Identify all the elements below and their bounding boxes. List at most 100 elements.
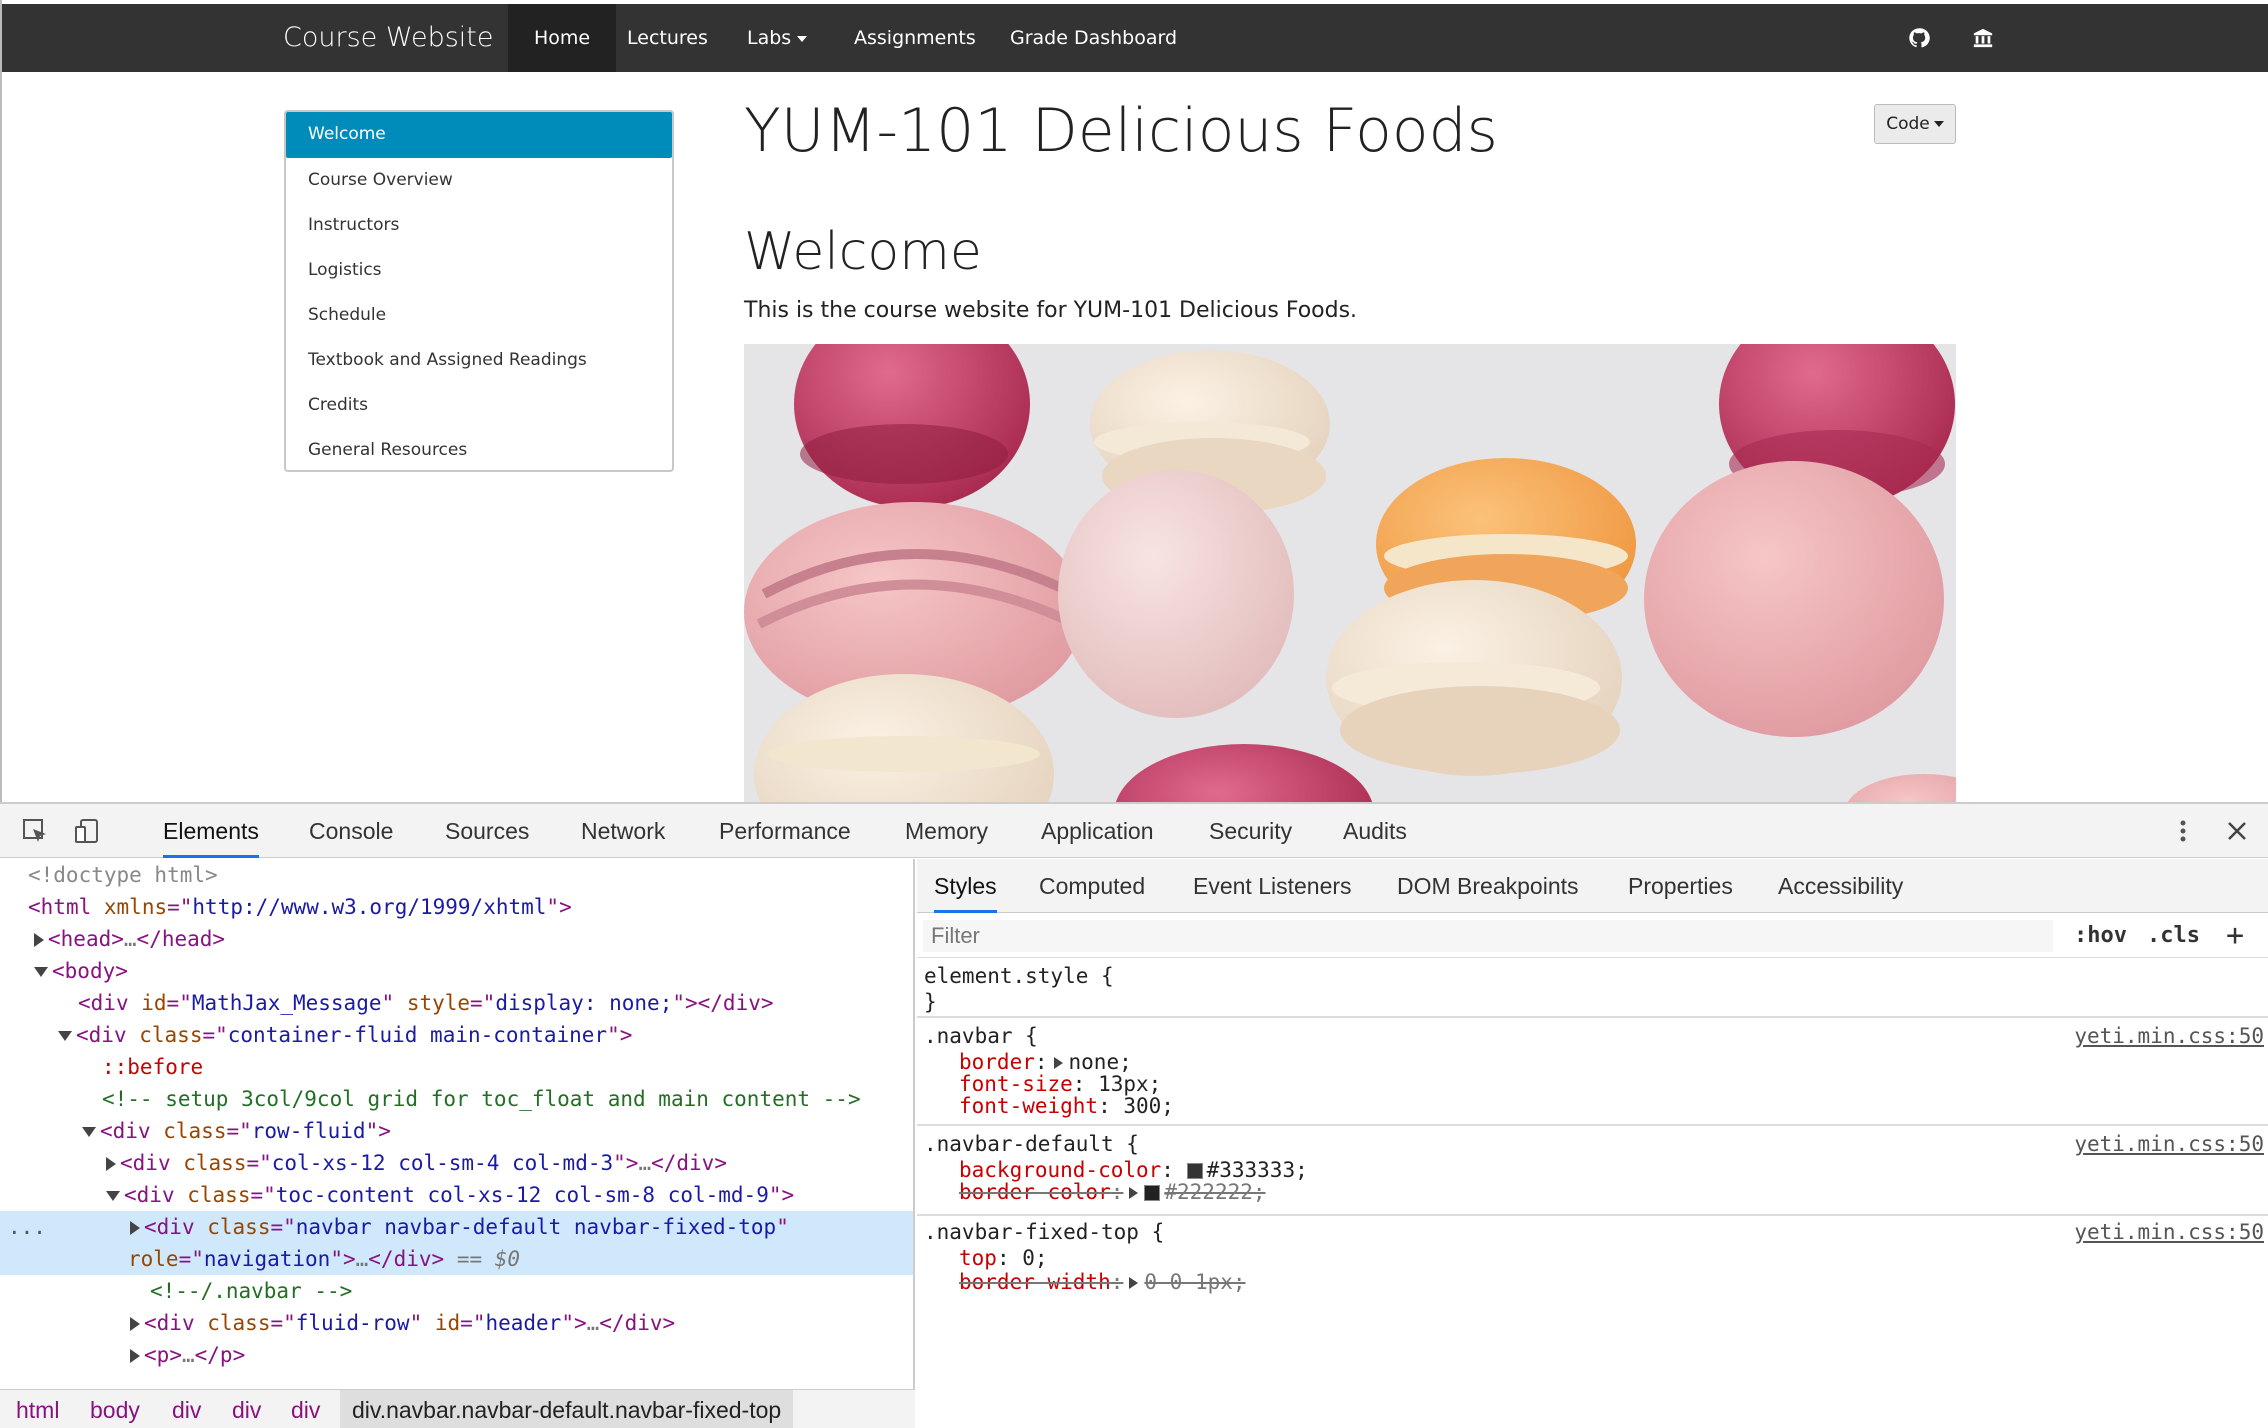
tab-sources[interactable]: Sources (445, 804, 529, 858)
expand-arrow-icon[interactable] (130, 1221, 140, 1235)
expand-arrow-icon[interactable] (1129, 1187, 1139, 1199)
tab-memory[interactable]: Memory (905, 804, 988, 858)
node-doctype[interactable]: <!doctype html> (0, 859, 913, 891)
caret-down-icon (797, 35, 808, 42)
ellipsis-marker[interactable]: ... (8, 1211, 46, 1243)
toc-item-course-overview[interactable]: Course Overview (286, 158, 672, 202)
crumb-selected[interactable]: div.navbar.navbar-default.navbar-fixed-t… (340, 1390, 794, 1428)
crumb-html[interactable]: html (16, 1390, 59, 1428)
styles-filter-input[interactable] (923, 920, 2053, 952)
nav-home[interactable]: Home (508, 4, 617, 72)
crumb-div-1[interactable]: div (172, 1390, 201, 1428)
collapse-arrow-icon[interactable] (58, 1031, 72, 1041)
hov-toggle[interactable]: :hov (2074, 920, 2127, 952)
rule-selector[interactable]: .navbar { (924, 1022, 1038, 1050)
expand-arrow-icon[interactable] (1053, 1057, 1063, 1069)
node-col-sidebar[interactable]: <div class="col-xs-12 col-sm-4 col-md-3"… (0, 1147, 913, 1179)
toc-item-credits[interactable]: Credits (286, 383, 672, 427)
node-before[interactable]: ::before (0, 1051, 913, 1083)
tab-console[interactable]: Console (309, 804, 393, 858)
node-selected-navbar[interactable]: ... <div class="navbar navbar-default na… (0, 1211, 913, 1275)
node-row-fluid[interactable]: <div class="row-fluid"> (0, 1115, 913, 1147)
university-icon[interactable] (1972, 27, 1994, 49)
node-head[interactable]: <head>…</head> (0, 923, 913, 955)
toc-item-instructors[interactable]: Instructors (286, 203, 672, 247)
node-mathjax[interactable]: <div id="MathJax_Message" style="display… (0, 987, 913, 1019)
decl-border-width[interactable]: border-width: 0 0 1px; (959, 1268, 1246, 1296)
mathjax-tag: div (90, 991, 129, 1015)
tab-network[interactable]: Network (581, 804, 665, 858)
toc-item-schedule[interactable]: Schedule (286, 293, 672, 337)
node-header[interactable]: <div class="fluid-row" id="header">…</di… (0, 1307, 913, 1339)
node-body[interactable]: <body> (0, 955, 913, 987)
tab-performance[interactable]: Performance (719, 804, 851, 858)
toc-item-welcome[interactable]: Welcome (286, 112, 672, 158)
tab-dom-breakpoints[interactable]: DOM Breakpoints (1397, 859, 1579, 913)
expand-arrow-icon[interactable] (1129, 1277, 1139, 1289)
html-attr: xmlns (103, 895, 168, 919)
node-toc-content[interactable]: <div class="toc-content col-xs-12 col-sm… (0, 1179, 913, 1211)
styles-tabbar: Styles Computed Event Listeners DOM Brea… (917, 859, 2268, 913)
tab-accessibility[interactable]: Accessibility (1778, 859, 1903, 913)
p-tag: p (156, 1343, 170, 1367)
expand-arrow-icon[interactable] (130, 1349, 140, 1363)
crumb-body[interactable]: body (90, 1390, 140, 1428)
tab-computed[interactable]: Computed (1039, 859, 1145, 913)
toc-item-general-resources[interactable]: General Resources (286, 428, 672, 472)
collapse-arrow-icon[interactable] (34, 967, 48, 977)
decl-value: 0 0 1px; (1144, 1270, 1246, 1294)
selected-attr-role: role (128, 1247, 179, 1271)
rule-navbar-fixed-top: .navbar-fixed-top { yeti.min.css:50 top:… (917, 1216, 2268, 1336)
tab-event-listeners[interactable]: Event Listeners (1193, 859, 1352, 913)
crumb-div-3[interactable]: div (291, 1390, 320, 1428)
toc-item-logistics[interactable]: Logistics (286, 248, 672, 292)
section-heading: Welcome (744, 222, 982, 282)
node-navbar-comment[interactable]: <!--/.navbar --> (0, 1275, 913, 1307)
nav-grade-dashboard[interactable]: Grade Dashboard (1010, 4, 1177, 72)
tab-audits[interactable]: Audits (1343, 804, 1407, 858)
cls-toggle[interactable]: .cls (2147, 920, 2200, 952)
decl-border-color[interactable]: border-color: #222222; (959, 1178, 1266, 1206)
device-toolbar-icon[interactable] (74, 818, 100, 844)
breadcrumb: html body div div div div.navbar.navbar-… (0, 1389, 915, 1428)
inspect-element-icon[interactable] (22, 818, 48, 844)
new-rule-button[interactable]: + (2226, 920, 2244, 952)
rule-selector[interactable]: element.style { (924, 962, 1114, 990)
nav-labs[interactable]: Labs (747, 4, 808, 72)
tab-styles[interactable]: Styles (934, 859, 997, 913)
expand-arrow-icon[interactable] (106, 1157, 116, 1171)
color-swatch[interactable] (1186, 1163, 1203, 1179)
more-options-icon[interactable] (2170, 818, 2196, 844)
rule-selector[interactable]: .navbar-default { (924, 1130, 1139, 1158)
expand-arrow-icon[interactable] (130, 1317, 140, 1331)
node-html[interactable]: <html xmlns="http://www.w3.org/1999/xhtm… (0, 891, 913, 923)
decl-value: 0; (1022, 1246, 1048, 1270)
collapse-arrow-icon[interactable] (82, 1127, 96, 1137)
collapse-arrow-icon[interactable] (106, 1191, 120, 1201)
expand-arrow-icon[interactable] (34, 933, 44, 947)
rule-source-link[interactable]: yeti.min.css:50 (2074, 1218, 2264, 1246)
close-icon[interactable] (2224, 818, 2250, 844)
github-icon[interactable] (1908, 27, 1930, 49)
tab-properties[interactable]: Properties (1628, 859, 1733, 913)
node-comment[interactable]: <!-- setup 3col/9col grid for toc_float … (0, 1083, 913, 1115)
row-class-value: row-fluid (251, 1119, 366, 1143)
rule-source-link[interactable]: yeti.min.css:50 (2074, 1130, 2264, 1158)
brand-link[interactable]: Course Website (283, 4, 493, 72)
tab-security[interactable]: Security (1209, 804, 1292, 858)
nav-lectures[interactable]: Lectures (627, 4, 708, 72)
node-container[interactable]: <div class="container-fluid main-contain… (0, 1019, 913, 1051)
toc-item-textbook[interactable]: Textbook and Assigned Readings (286, 338, 672, 382)
decl-prop: font-weight (959, 1094, 1099, 1118)
code-dropdown-button[interactable]: Code (1874, 104, 1956, 144)
nav-assignments[interactable]: Assignments (854, 4, 976, 72)
toc-sidebar: Welcome Course Overview Instructors Logi… (284, 110, 674, 472)
rule-selector[interactable]: .navbar-fixed-top { (924, 1218, 1164, 1246)
tab-elements[interactable]: Elements (163, 804, 259, 858)
node-p[interactable]: <p>…</p> (0, 1339, 913, 1371)
rule-source-link[interactable]: yeti.min.css:50 (2074, 1022, 2264, 1050)
crumb-div-2[interactable]: div (232, 1390, 261, 1428)
tab-application[interactable]: Application (1041, 804, 1154, 858)
decl-font-weight[interactable]: font-weight: 300; (959, 1092, 1174, 1120)
color-swatch[interactable] (1144, 1185, 1161, 1201)
